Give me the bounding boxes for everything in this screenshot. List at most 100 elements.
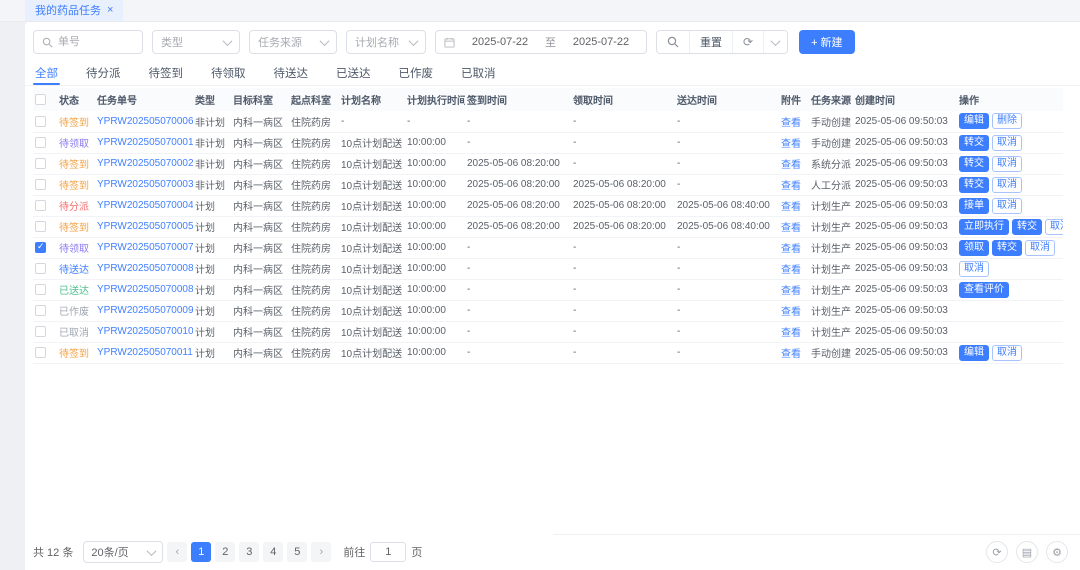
plan-name-select[interactable]: 计划名称: [346, 30, 426, 54]
tab-my-drug-tasks[interactable]: 我的药品任务 ×: [25, 0, 124, 21]
row-checkbox[interactable]: [35, 262, 46, 274]
task-no-link[interactable]: YPRW202505070005: [97, 221, 193, 232]
action-button[interactable]: 编辑: [959, 113, 989, 130]
reset-button[interactable]: 重置: [690, 31, 733, 53]
task-no-link[interactable]: YPRW202505070008: [97, 263, 193, 274]
action-button[interactable]: 取消: [992, 344, 1022, 361]
attachment-view-link[interactable]: 查看: [781, 328, 801, 339]
attachment-view-link[interactable]: 查看: [781, 181, 801, 192]
tab-close-icon[interactable]: ×: [107, 4, 113, 16]
attachment-view-link[interactable]: 查看: [781, 244, 801, 255]
action-button[interactable]: 删除: [992, 113, 1022, 130]
action-button[interactable]: 转交: [992, 239, 1022, 256]
refresh-circle-button[interactable]: ⟳: [986, 541, 1008, 563]
action-button[interactable]: 转交: [959, 176, 989, 193]
date-end-value[interactable]: 2025-07-22: [564, 36, 638, 48]
prev-page-button[interactable]: ‹: [167, 542, 188, 562]
action-button[interactable]: 立即执行: [959, 218, 1009, 235]
cell-ops: 取消: [957, 258, 1063, 279]
more-options-button[interactable]: [764, 31, 788, 53]
type-select[interactable]: 类型: [152, 30, 240, 54]
order-search-input[interactable]: [58, 36, 134, 48]
status-tab-voided[interactable]: 已作废: [397, 61, 436, 85]
page-button-1[interactable]: 1: [191, 542, 212, 562]
task-no-link[interactable]: YPRW202505070001: [97, 137, 193, 148]
cell-task-no: YPRW202505070007: [95, 237, 193, 258]
action-button[interactable]: 取消: [992, 176, 1022, 193]
action-button[interactable]: 转交: [959, 155, 989, 172]
date-range-picker[interactable]: 2025-07-22 至 2025-07-22: [435, 30, 647, 54]
row-checkbox[interactable]: [35, 241, 46, 253]
status-tab-cancelled[interactable]: 已取消: [459, 61, 498, 85]
action-button[interactable]: 取消: [992, 197, 1022, 214]
action-button[interactable]: 转交: [1012, 218, 1042, 235]
page-size-select[interactable]: 20条/页: [83, 541, 164, 563]
action-button[interactable]: 接单: [959, 197, 989, 214]
page-button-2[interactable]: 2: [215, 542, 236, 562]
attachment-view-link[interactable]: 查看: [781, 202, 801, 213]
attachment-view-link[interactable]: 查看: [781, 139, 801, 150]
row-checkbox[interactable]: [35, 283, 46, 295]
row-checkbox[interactable]: [35, 115, 46, 127]
attachment-view-link[interactable]: 查看: [781, 265, 801, 276]
action-button[interactable]: 编辑: [959, 344, 989, 361]
row-checkbox[interactable]: [35, 304, 46, 316]
task-no-link[interactable]: YPRW202505070011: [97, 347, 193, 358]
next-page-button[interactable]: ›: [311, 542, 332, 562]
row-checkbox[interactable]: [35, 220, 46, 232]
action-button[interactable]: 取消: [1025, 239, 1055, 256]
action-button[interactable]: 查看评价: [959, 281, 1009, 298]
task-no-link[interactable]: YPRW202505070008: [97, 284, 193, 295]
task-source-select[interactable]: 任务来源: [249, 30, 337, 54]
row-checkbox[interactable]: [35, 157, 46, 169]
attachment-view-link[interactable]: 查看: [781, 286, 801, 297]
action-button[interactable]: 转交: [959, 134, 989, 151]
status-tab-delivered[interactable]: 已送达: [334, 61, 373, 85]
cell-signin-time: 2025-05-06 08:20:00: [467, 221, 560, 232]
task-no-link[interactable]: YPRW202505070006: [97, 116, 193, 127]
row-checkbox[interactable]: [35, 346, 46, 358]
status-tab-to-deliver[interactable]: 待送达: [272, 61, 311, 85]
display-settings-button[interactable]: ▤: [1016, 541, 1038, 563]
status-tab-to-signin[interactable]: 待签到: [147, 61, 186, 85]
date-start-value[interactable]: 2025-07-22: [463, 36, 537, 48]
action-button[interactable]: 取消: [992, 134, 1022, 151]
page-button-3[interactable]: 3: [239, 542, 260, 562]
task-no-link[interactable]: YPRW202505070009: [97, 305, 193, 316]
action-button[interactable]: 取消: [992, 155, 1022, 172]
cell-ops: 领取 转交 取消: [957, 237, 1063, 258]
page-button-4[interactable]: 4: [263, 542, 284, 562]
goto-page-input[interactable]: [370, 542, 407, 562]
task-no-link[interactable]: YPRW202505070004: [97, 200, 193, 211]
status-tab-all[interactable]: 全部: [33, 61, 60, 85]
row-checkbox[interactable]: [35, 136, 46, 148]
select-all-checkbox[interactable]: [35, 93, 46, 105]
row-checkbox[interactable]: [35, 178, 46, 190]
table-body: 待签到 YPRW202505070006 非计划 内科一病区 住院药房 - - - - - 查看 手动…: [33, 111, 1063, 363]
attachment-view-link[interactable]: 查看: [781, 307, 801, 318]
task-no-link[interactable]: YPRW202505070002: [97, 158, 193, 169]
status-tab-to-pickup[interactable]: 待领取: [209, 61, 248, 85]
attachment-view-link[interactable]: 查看: [781, 223, 801, 234]
page-button-5[interactable]: 5: [287, 542, 308, 562]
attachment-view-link[interactable]: 查看: [781, 118, 801, 129]
refresh-button[interactable]: ⟳: [733, 31, 765, 53]
action-button[interactable]: 取消: [959, 260, 989, 277]
create-button[interactable]: + 新建: [799, 30, 855, 54]
action-button[interactable]: 领取: [959, 239, 989, 256]
settings-button[interactable]: ⚙: [1046, 541, 1068, 563]
task-no-link[interactable]: YPRW202505070010: [97, 326, 193, 337]
action-button[interactable]: 取消: [1045, 218, 1063, 235]
cell-signin-time: -: [467, 115, 471, 127]
task-no-link[interactable]: YPRW202505070007: [97, 242, 193, 253]
order-search-field[interactable]: [33, 30, 143, 54]
status-tab-to-dispatch[interactable]: 待分派: [84, 61, 123, 85]
status-tabs: 全部 待分派 待签到 待领取 待送达 已送达 已作废 已取消: [25, 61, 1080, 86]
search-button[interactable]: [657, 31, 690, 53]
row-checkbox[interactable]: [35, 199, 46, 211]
attachment-view-link[interactable]: 查看: [781, 349, 801, 360]
header-cell-task-source: 任务来源: [811, 96, 851, 107]
row-checkbox[interactable]: [35, 325, 46, 337]
attachment-view-link[interactable]: 查看: [781, 160, 801, 171]
task-no-link[interactable]: YPRW202505070003: [97, 179, 193, 190]
